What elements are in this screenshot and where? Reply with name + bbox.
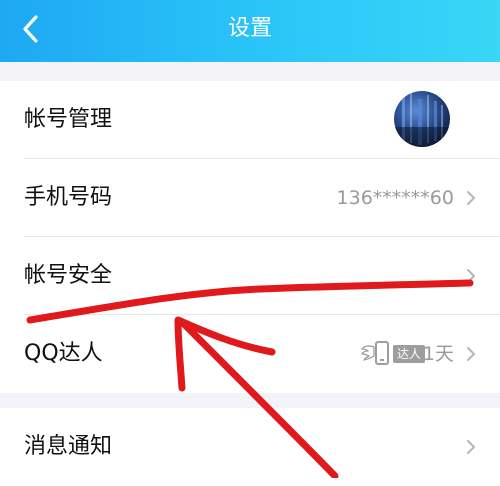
phone-number-value: 136******60 xyxy=(336,187,454,209)
notification-settings-group: 消息通知 xyxy=(0,408,500,486)
avatar xyxy=(394,91,450,147)
settings-item-notifications[interactable]: 消息通知 xyxy=(0,408,500,486)
chevron-left-icon xyxy=(23,15,38,43)
chevron-right-icon xyxy=(467,440,475,454)
chevron-right-icon xyxy=(467,269,475,283)
settings-item-qq-expert[interactable]: QQ达人 达人 1天 xyxy=(0,315,500,393)
settings-item-account-security[interactable]: 帐号安全 xyxy=(0,237,500,315)
wing-icon xyxy=(361,345,375,361)
expert-days: 1天 xyxy=(422,343,454,365)
settings-item-label: QQ达人 xyxy=(24,341,103,366)
account-settings-group: 帐号管理 手机号码 136******60 帐号安全 QQ达人 达人 1天 xyxy=(0,81,500,393)
settings-item-phone-number[interactable]: 手机号码 136******60 xyxy=(0,159,500,237)
settings-item-label: 帐号管理 xyxy=(24,107,113,132)
back-button[interactable] xyxy=(0,0,64,62)
qq-expert-badge: 达人 xyxy=(361,340,427,368)
chevron-right-icon xyxy=(467,191,475,205)
settings-item-account-management[interactable]: 帐号管理 xyxy=(0,81,500,159)
badge-label: 达人 xyxy=(393,345,426,363)
page-title: 设置 xyxy=(227,16,272,41)
chevron-right-icon xyxy=(467,347,475,361)
phone-icon xyxy=(375,341,389,365)
title-bar: 设置 xyxy=(0,0,500,62)
settings-item-label: 消息通知 xyxy=(24,434,113,459)
settings-item-label: 手机号码 xyxy=(24,185,113,210)
settings-item-label: 帐号安全 xyxy=(24,263,113,288)
